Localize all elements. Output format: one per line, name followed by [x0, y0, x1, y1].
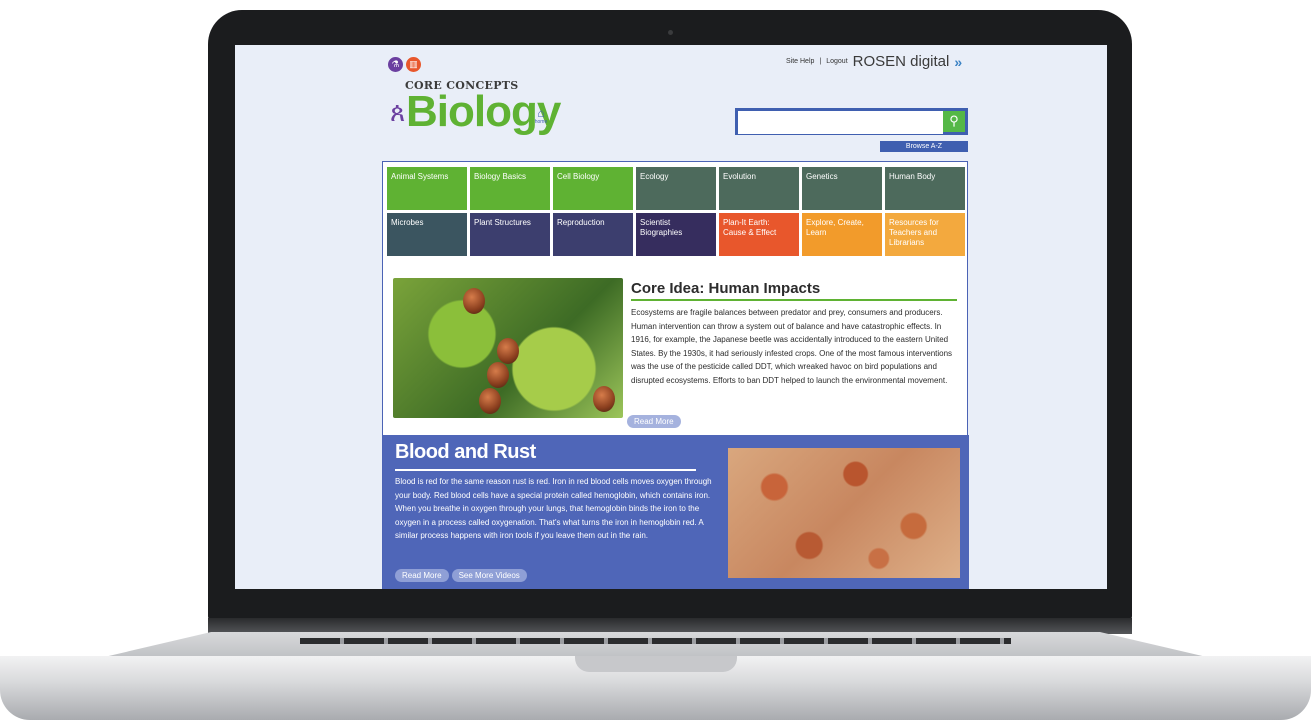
home-label: home [534, 119, 548, 125]
laptop-screen: ⚗ ▥ CORE CONCEPTS ጰ Biology ⌂ home Site … [235, 45, 1107, 589]
browse-az-button[interactable]: Browse A-Z [880, 141, 968, 152]
rosen-arrow-icon: » [954, 53, 963, 70]
trackpad-notch [575, 656, 737, 672]
beetle-shape [593, 386, 615, 412]
search-icon: ⚲ [949, 113, 959, 128]
blood-cells-image[interactable] [728, 448, 960, 578]
brand-icons: ⚗ ▥ [388, 57, 421, 72]
blood-rust-title: Blood and Rust [395, 441, 536, 463]
logout-link[interactable]: Logout [826, 58, 847, 65]
beetle-shape [463, 288, 485, 314]
beetle-shape [479, 388, 501, 414]
main-panel: Animal Systems Biology Basics Cell Biolo… [382, 161, 969, 589]
tile-animal-systems[interactable]: Animal Systems [387, 167, 467, 210]
topic-grid: Animal Systems Biology Basics Cell Biolo… [387, 167, 965, 256]
tile-human-body[interactable]: Human Body [885, 167, 965, 210]
core-idea-title: Core Idea: Human Impacts [631, 280, 821, 297]
blood-rust-panel: Blood and Rust Blood is red for the same… [383, 435, 969, 589]
tile-explore-create-learn[interactable]: Explore, Create, Learn [802, 213, 882, 256]
web-page: ⚗ ▥ CORE CONCEPTS ጰ Biology ⌂ home Site … [382, 45, 972, 589]
laptop-base [0, 618, 1311, 723]
chart-icon[interactable]: ▥ [406, 57, 421, 72]
tile-plant-structures[interactable]: Plant Structures [470, 213, 550, 256]
tile-scientist-biographies[interactable]: Scientist Biographies [636, 213, 716, 256]
home-icon: ⌂ [537, 106, 545, 120]
search-bar: ⚲ [735, 108, 968, 135]
beetle-shape [487, 362, 509, 388]
tile-microbes[interactable]: Microbes [387, 213, 467, 256]
beetle-shape [497, 338, 519, 364]
tile-cell-biology[interactable]: Cell Biology [553, 167, 633, 210]
keyboard-deck [100, 632, 1211, 658]
core-idea-read-more[interactable]: Read More [627, 411, 681, 429]
keyboard-keys [300, 638, 1011, 644]
rosen-digital-logo[interactable]: ROSEN digital [853, 53, 950, 70]
core-idea-divider [631, 299, 957, 301]
blood-rust-divider [395, 469, 696, 471]
rosen-label: ROSEN digital [852, 53, 950, 70]
blood-read-more-button[interactable]: Read More [395, 569, 449, 582]
tile-resources[interactable]: Resources for Teachers and Librarians [885, 213, 965, 256]
search-input[interactable] [738, 111, 943, 134]
separator: | [819, 58, 822, 65]
top-links: Site Help | Logout ROSEN digital » [786, 53, 962, 70]
blood-rust-buttons: Read More See More Videos [395, 569, 527, 582]
search-button[interactable]: ⚲ [943, 111, 965, 132]
see-more-videos-button[interactable]: See More Videos [451, 569, 527, 582]
site-help-link[interactable]: Site Help [786, 58, 814, 65]
tile-genetics[interactable]: Genetics [802, 167, 882, 210]
tile-reproduction[interactable]: Reproduction [553, 213, 633, 256]
tile-evolution[interactable]: Evolution [719, 167, 799, 210]
dna-icon: ጰ [390, 97, 406, 127]
flask-icon[interactable]: ⚗ [388, 57, 403, 72]
camera-dot [668, 30, 673, 35]
tile-plan-it-earth[interactable]: Plan-It Earth: Cause & Effect [719, 213, 799, 256]
tile-ecology[interactable]: Ecology [636, 167, 716, 210]
laptop-hinge [208, 618, 1132, 634]
beetle-photo [393, 278, 623, 418]
blood-rust-text: Blood is red for the same reason rust is… [395, 477, 712, 541]
read-more-button[interactable]: Read More [627, 415, 681, 428]
home-link[interactable]: ⌂ home [534, 106, 548, 125]
tile-biology-basics[interactable]: Biology Basics [470, 167, 550, 210]
core-idea-text: Ecosystems are fragile balances between … [631, 308, 953, 385]
